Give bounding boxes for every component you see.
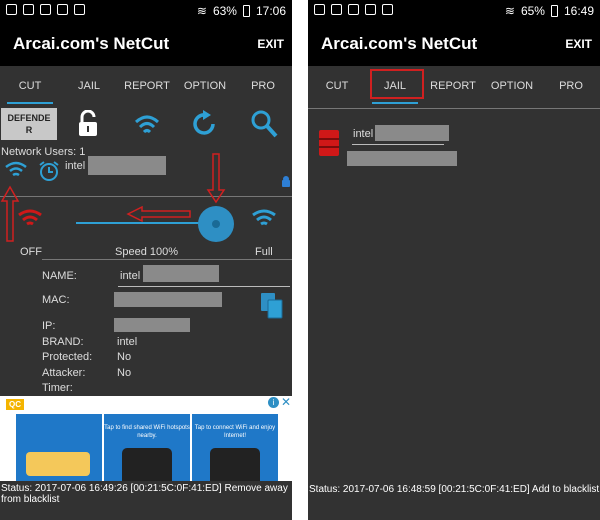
app-bar: Arcai.com's NetCut EXIT	[0, 22, 292, 66]
redacted-mac	[114, 292, 222, 307]
battery-percent: 63%	[212, 4, 237, 18]
name-field-underline	[118, 286, 290, 287]
ad-card-3-text: Tap to connect WiFi and enjoy Internet!	[194, 425, 276, 439]
android-icon	[282, 176, 290, 187]
wifi-full-icon[interactable]	[252, 208, 276, 228]
ip-label: IP:	[42, 320, 56, 332]
tab-bar: CUT JAIL REPORT OPTION PRO	[308, 68, 600, 104]
speed-slider-thumb[interactable]	[197, 205, 235, 243]
battery-icon	[550, 5, 558, 17]
status-bar: ≋ 63% 17:06	[0, 0, 292, 22]
status-message: Status: 2017-07-06 16:49:26 [00:21:5C:0F…	[1, 483, 288, 505]
left-screen: ≋ 63% 17:06 Arcai.com's NetCut EXIT CUT …	[0, 0, 292, 520]
ad-close-icon[interactable]: ✕	[281, 396, 291, 408]
speed-slider-track[interactable]	[76, 222, 216, 224]
ad-badge: QC	[6, 399, 24, 410]
attacker-label: Attacker:	[42, 367, 86, 379]
tab-option[interactable]: OPTION	[483, 68, 541, 104]
ad-banner[interactable]: QC i ✕ Tap to find shared WiFi hotspots …	[0, 396, 292, 481]
ad-card-2-text: Tap to find shared WiFi hotspots nearby.	[104, 425, 190, 439]
protected-label: Protected:	[42, 351, 93, 363]
tab-jail[interactable]: JAIL	[60, 68, 118, 104]
network-users-count: Network Users: 1	[1, 146, 86, 158]
brand-label: BRAND:	[42, 336, 84, 348]
copy-icon[interactable]	[260, 292, 284, 320]
ad-info-icon[interactable]: i	[268, 397, 279, 408]
ad-illustration	[26, 452, 90, 476]
exit-button[interactable]: EXIT	[257, 37, 284, 51]
divider	[308, 108, 600, 109]
wifi-status-icon: ≋	[196, 4, 207, 18]
status-bar: ≋ 65% 16:49	[308, 0, 600, 22]
ad-card-3[interactable]: Tap to connect WiFi and enjoy Internet!	[192, 414, 278, 481]
wifi-scan-icon[interactable]	[134, 114, 160, 136]
tab-cut[interactable]: CUT	[308, 68, 366, 104]
defender-label: DEFENDER	[7, 113, 51, 135]
alarm-clock-icon[interactable]	[38, 160, 60, 182]
redacted-user-info	[347, 151, 457, 166]
right-screen: ≋ 65% 16:49 Arcai.com's NetCut EXIT CUT …	[308, 0, 600, 520]
battery-icon	[242, 5, 250, 17]
screen-divider	[292, 0, 308, 520]
speed-value-label: Speed 100%	[115, 246, 178, 258]
ad-card-1[interactable]	[16, 414, 102, 481]
speed-full-label: Full	[255, 246, 273, 258]
user-name[interactable]: intel	[65, 160, 85, 172]
status-message: Status: 2017-07-06 16:48:59 [00:21:5C:0F…	[309, 484, 600, 495]
clock: 16:49	[563, 4, 594, 18]
timer-label: Timer:	[42, 382, 73, 394]
user-wifi-icon	[5, 161, 27, 177]
protected-value: No	[117, 351, 132, 363]
ad-phone-image	[122, 448, 172, 481]
notification-icons	[6, 4, 85, 15]
name-value[interactable]: intel	[120, 270, 140, 282]
wifi-status-icon: ≋	[504, 4, 515, 18]
ad-card-2[interactable]: Tap to find shared WiFi hotspots nearby.	[104, 414, 190, 481]
ad-phone-image	[210, 448, 260, 481]
redacted-name	[143, 265, 219, 282]
search-icon[interactable]	[250, 109, 278, 139]
jail-icon	[319, 130, 339, 156]
redacted-ip	[114, 318, 190, 332]
unlock-icon[interactable]	[76, 110, 100, 138]
jailed-user-name[interactable]: intel	[353, 128, 373, 140]
attacker-value: No	[117, 367, 132, 379]
notification-icons	[314, 4, 393, 15]
tab-report[interactable]: REPORT	[424, 68, 482, 104]
app-title: Arcai.com's NetCut	[13, 34, 170, 53]
tab-pro[interactable]: PRO	[234, 68, 292, 104]
defender-button[interactable]: DEFENDER	[1, 108, 57, 140]
tab-pro[interactable]: PRO	[542, 68, 600, 104]
exit-button[interactable]: EXIT	[565, 37, 592, 51]
mac-label: MAC:	[42, 294, 70, 306]
speed-off-label: OFF	[20, 246, 42, 258]
annotation-box	[370, 69, 424, 99]
clock: 17:06	[255, 4, 286, 18]
tab-bar: CUT JAIL REPORT OPTION PRO	[0, 68, 292, 104]
annotation-arrow-left	[126, 206, 191, 222]
name-underline	[352, 144, 444, 145]
divider	[0, 196, 292, 197]
annotation-arrow-up	[0, 185, 20, 242]
refresh-icon[interactable]	[191, 110, 219, 138]
annotation-arrow-down	[206, 153, 226, 204]
tab-option[interactable]: OPTION	[176, 68, 234, 104]
brand-value: intel	[117, 336, 138, 348]
divider	[42, 259, 292, 260]
wifi-off-icon[interactable]	[18, 208, 42, 228]
tab-report[interactable]: REPORT	[118, 68, 176, 104]
battery-percent: 65%	[520, 4, 545, 18]
redacted-user-info	[88, 156, 166, 175]
app-title: Arcai.com's NetCut	[321, 34, 478, 53]
tab-cut[interactable]: CUT	[1, 68, 59, 104]
app-bar: Arcai.com's NetCut EXIT	[308, 22, 600, 66]
name-label: NAME:	[42, 270, 77, 282]
redacted-user-name	[375, 125, 449, 141]
